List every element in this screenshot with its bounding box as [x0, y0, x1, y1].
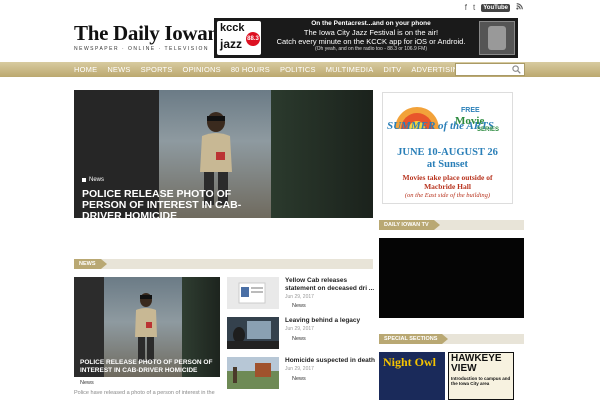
nav-news[interactable]: NEWS [107, 65, 136, 74]
hero-story[interactable]: News POLICE RELEASE PHOTO OF PERSON OF I… [74, 90, 373, 218]
search-input[interactable] [455, 63, 525, 76]
nav-sports[interactable]: SPORTS [141, 65, 179, 74]
featured-headline[interactable]: POLICE RELEASE PHOTO OF PERSON OF INTERE… [80, 359, 216, 375]
site-tagline: NEWSPAPER · ONLINE · TELEVISION [74, 46, 209, 52]
story-category[interactable]: News [292, 303, 306, 309]
hero-headline[interactable]: POLICE RELEASE PHOTO OF PERSON OF INTERE… [82, 189, 252, 219]
featured-excerpt: Police have released a photo of a person… [74, 390, 215, 396]
nav-multimedia[interactable]: MULTIMEDIA [326, 65, 380, 74]
list-item[interactable]: Homicide suspected in death Jun 29, 2017… [227, 357, 377, 393]
twitter-icon[interactable]: t [473, 3, 475, 12]
tv-section-header: DAILY IOWAN TV [379, 220, 524, 230]
banner-text: On the Pentacrest...and on your phone Th… [276, 20, 466, 52]
story-date: Jun 29, 2017 [285, 326, 314, 332]
story-thumbnail[interactable] [227, 317, 279, 349]
story-thumbnail[interactable] [227, 357, 279, 389]
search-icon[interactable] [512, 65, 521, 74]
special-section-header: SPECIAL SECTIONS [379, 334, 524, 344]
nav-politics[interactable]: POLITICS [280, 65, 322, 74]
nav-home[interactable]: HOME [74, 65, 103, 74]
featured-category[interactable]: News [80, 380, 94, 386]
youtube-icon[interactable]: YouTube [481, 3, 510, 12]
nav-opinions[interactable]: OPINIONS [183, 65, 227, 74]
story-date: Jun 29, 2017 [285, 366, 314, 372]
social-links: f t YouTube [465, 3, 523, 12]
video-player[interactable] [379, 238, 524, 318]
nav-items: HOME NEWS SPORTS OPINIONS 80 HOURS POLIT… [74, 62, 474, 77]
summer-arts-ad[interactable]: SUMMER of the ARTS FREE Movie SERIES JUN… [382, 92, 513, 204]
kcck-banner-ad[interactable]: kcck jazz 88.3 On the Pentacrest...and o… [214, 18, 518, 58]
special-sections: Night Owl HAWKEYE VIEW Introduction to c… [379, 352, 514, 400]
story-category[interactable]: News [292, 336, 306, 342]
person-silhouette [135, 293, 157, 361]
featured-story[interactable]: POLICE RELEASE PHOTO OF PERSON OF INTERE… [74, 277, 220, 377]
site-title: The Daily Iowan [74, 21, 219, 45]
list-item[interactable]: Yellow Cab releases statement on decease… [227, 277, 377, 313]
news-section-header: News [74, 259, 373, 269]
night-owl-promo[interactable]: Night Owl [379, 352, 445, 400]
nav-ditv[interactable]: DITV [383, 65, 407, 74]
site-logo[interactable]: The Daily Iowan NEWSPAPER · ONLINE · TEL… [74, 21, 219, 52]
kcck-logo: kcck jazz 88.3 [217, 21, 261, 55]
story-title[interactable]: Leaving behind a legacy [285, 317, 377, 325]
story-date: Jun 29, 2017 [285, 294, 314, 300]
rss-icon[interactable] [516, 3, 523, 12]
story-title[interactable]: Homicide suspected in death [285, 357, 377, 365]
story-thumbnail[interactable] [227, 277, 279, 309]
hero-category[interactable]: News [82, 177, 104, 183]
facebook-icon[interactable]: f [465, 3, 467, 12]
list-item[interactable]: Leaving behind a legacy Jun 29, 2017 New… [227, 317, 377, 353]
hawkeye-view-promo[interactable]: HAWKEYE VIEW Introduction to campus and … [448, 352, 514, 400]
top-bar: f t YouTube [0, 0, 600, 14]
story-title[interactable]: Yellow Cab releases statement on decease… [285, 277, 377, 293]
phone-image [479, 21, 515, 55]
story-category[interactable]: News [292, 376, 306, 382]
nav-80-hours[interactable]: 80 HOURS [231, 65, 276, 74]
